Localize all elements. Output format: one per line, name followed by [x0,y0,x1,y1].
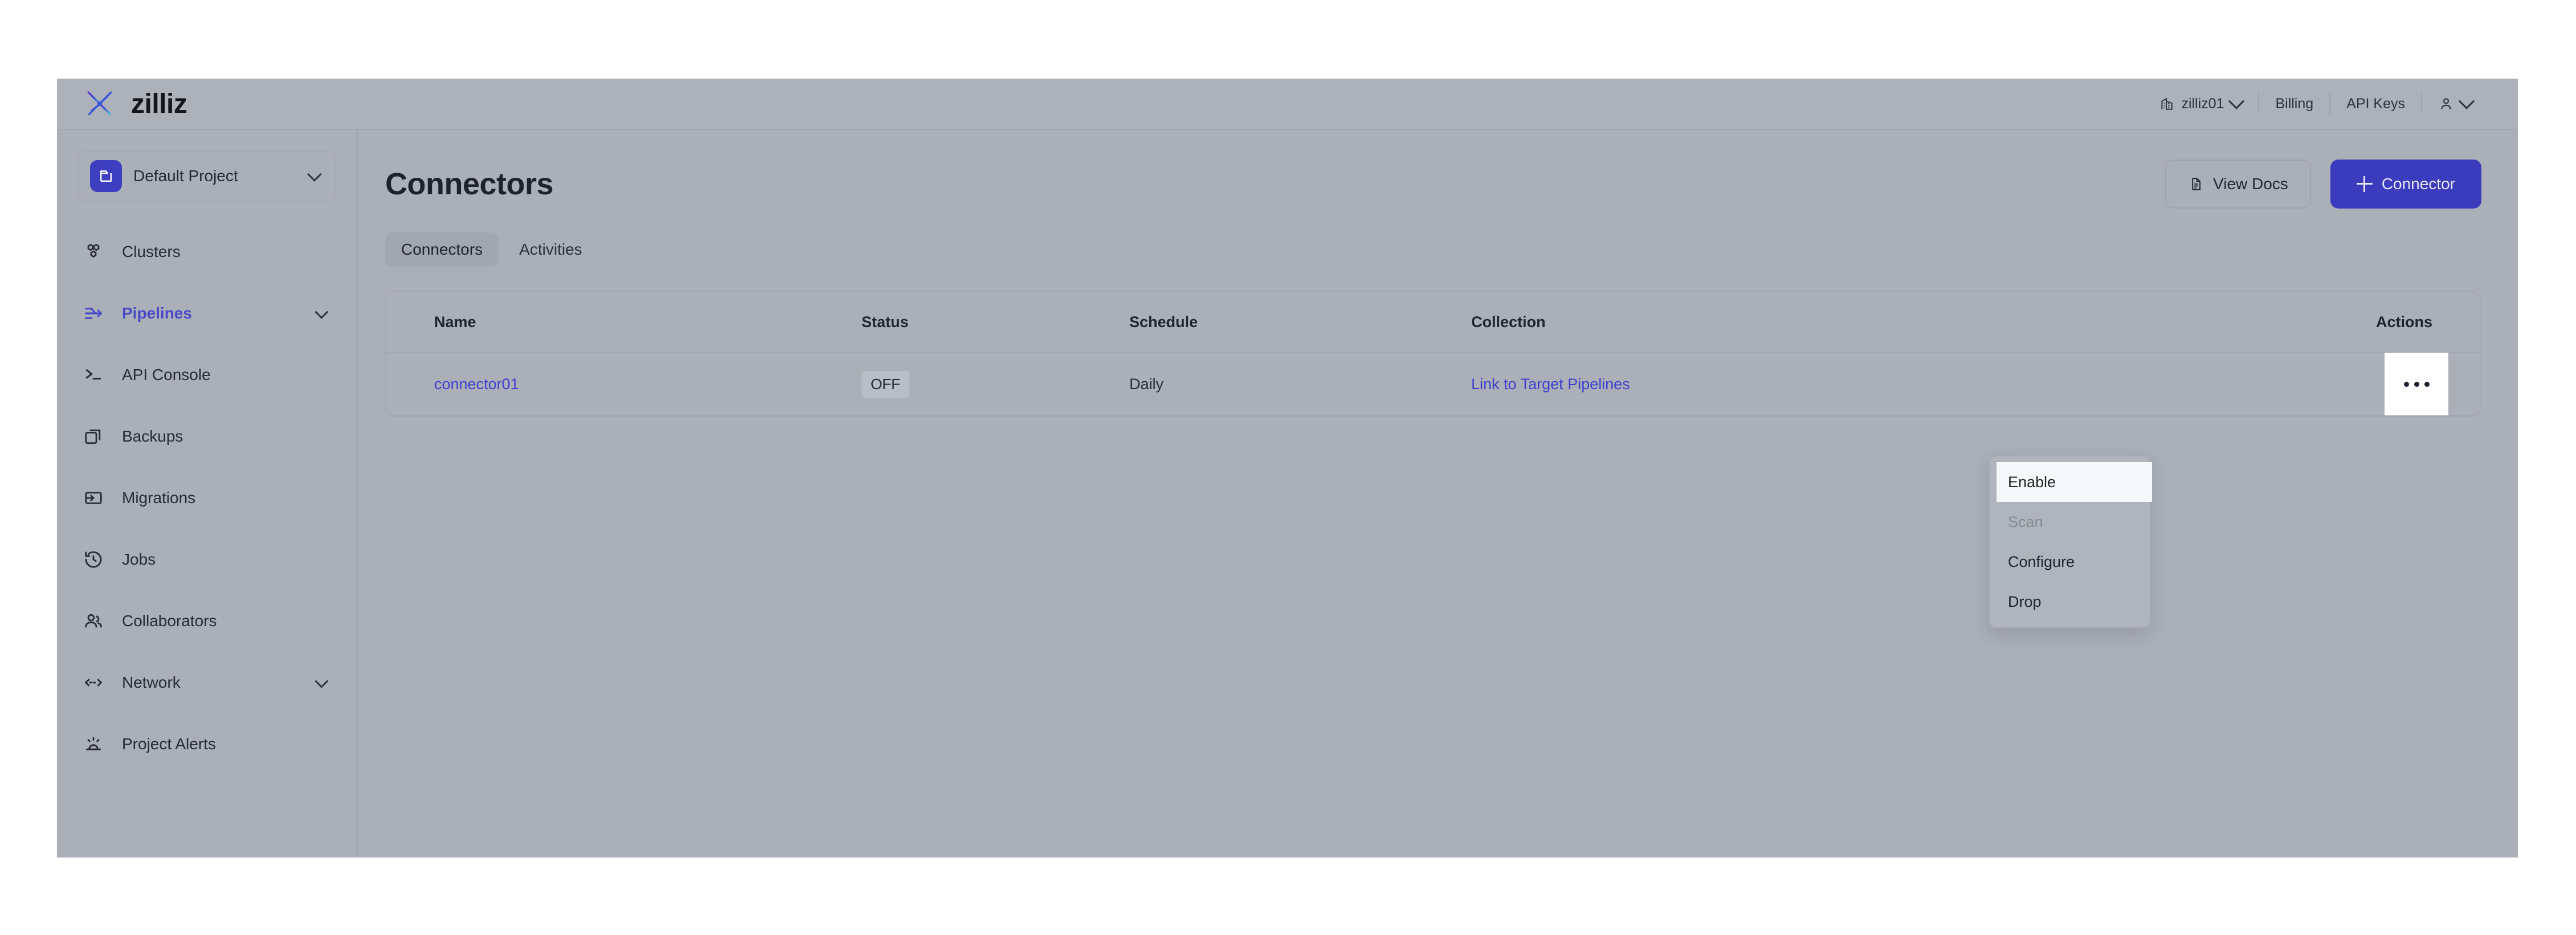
account-menu[interactable] [2422,93,2488,112]
sidebar-item-label: Migrations [122,489,196,507]
cell-collection: Link to Target Pipelines [1471,375,2296,393]
folder-icon [90,160,122,192]
cell-actions [2296,353,2448,415]
menu-item-drop[interactable]: Drop [1990,582,2150,622]
pipeline-arrow-icon [85,308,102,319]
chevron-down-icon [307,167,322,182]
billing-label: Billing [2275,95,2314,112]
table-row: connector01 OFF Daily Link to Target Pip… [386,353,2480,416]
document-icon [2192,178,2201,190]
sidebar-item-api-console[interactable]: API Console [57,344,357,406]
clock-history-icon [85,551,102,568]
app-window: zilliz zilliz01 Billing API Keys Default… [57,79,2518,858]
column-header-name: Name [434,313,476,330]
cell-status: OFF [862,370,1129,398]
table-header-row: Name Status Schedule Collection Actions [386,292,2480,353]
tab-label: Connectors [401,240,483,258]
cell-name: connector01 [434,375,862,393]
sidebar-item-label: Clusters [122,243,181,260]
page-title: Connectors [385,167,554,201]
new-connector-button[interactable]: Connector [2330,160,2481,209]
siren-icon [85,737,101,750]
terminal-icon [85,369,101,380]
view-docs-button[interactable]: View Docs [2165,160,2311,209]
sidebar-item-label: Jobs [122,550,156,568]
tab-label: Activities [519,240,582,258]
sidebar-item-label: API Console [122,366,211,383]
collection-link[interactable]: Link to Target Pipelines [1471,375,1630,393]
connector-name-link[interactable]: connector01 [434,375,519,393]
project-name: Default Project [133,167,238,185]
top-header-bar: zilliz zilliz01 Billing API Keys [57,79,2518,130]
sidebar-item-jobs[interactable]: Jobs [57,529,357,590]
column-header-actions: Actions [2375,313,2432,330]
row-actions-dropdown-menu: Enable Scan Configure Drop [1989,455,2152,628]
building-icon [2161,97,2173,110]
sidebar-item-migrations[interactable]: Migrations [57,467,357,529]
chevron-down-icon [315,305,329,319]
view-docs-label: View Docs [2213,175,2288,193]
tab-activities[interactable]: Activities [503,232,598,267]
honeycomb-icon [87,243,100,258]
sidebar-item-backups[interactable]: Backups [57,406,357,467]
menu-item-configure[interactable]: Configure [1990,542,2150,582]
plus-icon [2356,176,2373,192]
network-arrows-icon [85,679,102,687]
sidebar-item-label: Project Alerts [122,735,216,753]
sidebar-item-label: Network [122,673,181,691]
status-badge: OFF [862,370,909,398]
topbar-right-group: zilliz01 Billing API Keys [2144,79,2488,129]
api-keys-link[interactable]: API Keys [2330,96,2421,112]
zilliz-starburst-icon [83,87,116,121]
sidebar-item-label: Backups [122,427,183,445]
tab-connectors[interactable]: Connectors [385,232,499,267]
column-header-schedule: Schedule [1129,313,1198,330]
menu-item-label: Drop [2008,593,2042,610]
project-switcher[interactable]: Default Project [77,150,336,202]
column-header-collection: Collection [1471,313,1546,330]
users-icon [85,614,102,628]
menu-item-label: Scan [2008,513,2043,530]
sidebar-item-network[interactable]: Network [57,652,357,713]
column-header-status: Status [862,313,909,330]
page-header-actions: View Docs Connector [2165,160,2481,209]
sidebar-item-clusters[interactable]: Clusters [57,221,357,283]
sidebar: Default Project Clusters Pipelines API C… [57,130,358,858]
user-icon [2441,98,2451,109]
brand-name: zilliz [131,88,187,119]
tab-bar: Connectors Activities [385,232,2481,267]
sidebar-item-project-alerts[interactable]: Project Alerts [57,713,357,775]
sidebar-item-label: Collaborators [122,612,217,630]
menu-item-scan: Scan [1990,502,2150,542]
main-content: Connectors View Docs Connector Connector… [359,131,2518,858]
cell-schedule: Daily [1129,375,1164,393]
connectors-table: Name Status Schedule Collection Actions … [385,291,2481,417]
api-keys-label: API Keys [2346,95,2405,112]
sidebar-item-collaborators[interactable]: Collaborators [57,590,357,652]
copy-icon [85,429,101,444]
row-actions-button[interactable] [2385,353,2448,415]
chevron-down-icon [315,674,329,688]
new-connector-label: Connector [2381,175,2455,193]
page-header: Connectors View Docs Connector [385,160,2481,209]
org-switcher[interactable]: zilliz01 [2144,93,2258,112]
menu-item-label: Configure [2008,553,2075,570]
org-name: zilliz01 [2181,95,2224,112]
billing-link[interactable]: Billing [2259,96,2329,112]
chevron-down-icon [2228,93,2245,109]
menu-item-label: Enable [2008,473,2056,491]
menu-item-enable[interactable]: Enable [1997,462,2152,502]
ellipsis-icon [2403,381,2430,387]
brand-logo-group[interactable]: zilliz [81,85,187,123]
sidebar-item-label: Pipelines [122,304,192,322]
sidebar-item-pipelines[interactable]: Pipelines [57,283,357,344]
chevron-down-icon [2458,93,2475,109]
migration-icon [85,492,102,504]
